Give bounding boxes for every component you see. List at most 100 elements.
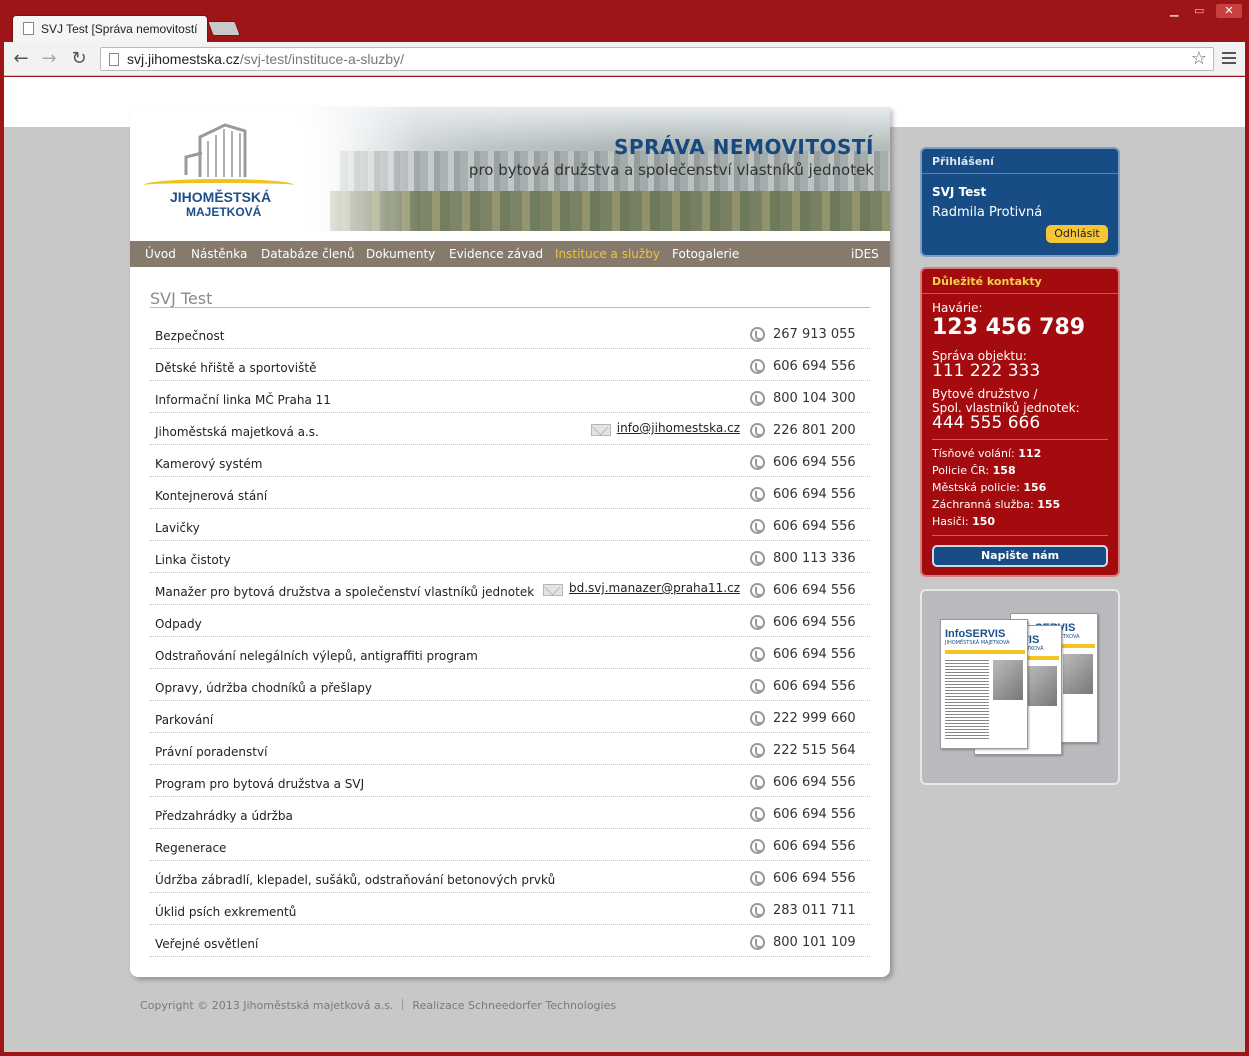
service-name: Veřejné osvětlení xyxy=(155,937,259,951)
phone-icon xyxy=(750,615,765,630)
coop-phone: 444 555 666 xyxy=(932,413,1041,433)
emergency-label: Havárie: xyxy=(932,301,983,315)
footer-copyright: Copyright © 2013 Jihoměstská majetková a… xyxy=(140,999,394,1012)
phone-icon xyxy=(750,679,765,694)
service-phone: 606 694 556 xyxy=(773,679,856,694)
emergency-phone: 123 456 789 xyxy=(932,315,1086,340)
nav-item-dokumenty[interactable]: Dokumenty xyxy=(366,247,435,261)
contact-line: Městská policie: 156 xyxy=(932,481,1047,494)
new-tab-button[interactable] xyxy=(207,21,241,36)
forward-icon[interactable]: → xyxy=(38,48,60,70)
list-item: Úklid psích exkrementů 283 011 711 xyxy=(150,893,870,925)
logout-button[interactable]: Odhlásit xyxy=(1046,225,1108,243)
infoservis-banner[interactable]: InfoSERVIS JIHOMĚSTSKÁ MAJETKOVÁ InfoSER… xyxy=(920,589,1120,785)
login-heading: Přihlášení xyxy=(932,155,994,168)
service-name: Úklid psích exkrementů xyxy=(155,905,297,919)
service-name: Lavičky xyxy=(155,521,200,535)
phone-icon xyxy=(750,903,765,918)
nav-item-evidence-zavad[interactable]: Evidence závad xyxy=(449,247,543,261)
service-phone: 606 694 556 xyxy=(773,359,856,374)
envelope-icon xyxy=(590,424,611,436)
list-item: Kamerový systém 606 694 556 xyxy=(150,445,870,477)
service-phone: 222 515 564 xyxy=(773,743,856,758)
service-phone: 226 801 200 xyxy=(773,423,856,438)
service-phone: 800 104 300 xyxy=(773,391,856,406)
list-item: Linka čistoty 800 113 336 xyxy=(150,541,870,573)
browser-menu-icon[interactable] xyxy=(1222,50,1236,66)
service-name: Opravy, údržba chodníků a přešlapy xyxy=(155,681,373,695)
list-item: Bezpečnost 267 913 055 xyxy=(150,317,870,349)
phone-icon xyxy=(750,871,765,886)
list-item: Informační linka MČ Praha 11 800 104 300 xyxy=(150,381,870,413)
service-name: Informační linka MČ Praha 11 xyxy=(155,393,331,407)
write-us-button[interactable]: Napište nám xyxy=(932,545,1108,567)
phone-icon xyxy=(750,807,765,822)
address-bar[interactable]: svj.jihomestska.cz/svj-test/instituce-a-… xyxy=(100,47,1214,71)
logo-text: JIHOMĚSTSKÁ xyxy=(170,189,272,205)
service-phone: 222 999 660 xyxy=(773,711,856,726)
list-item: Právní poradenství 222 515 564 xyxy=(150,733,870,765)
email-link[interactable]: bd.svj.manazer@praha11.cz xyxy=(569,581,740,595)
list-item: Údržba zábradlí, klepadel, sušáků, odstr… xyxy=(150,861,870,893)
phone-icon xyxy=(750,455,765,470)
service-name: Údržba zábradlí, klepadel, sušáků, odstr… xyxy=(155,873,556,887)
building-logo-icon xyxy=(184,123,247,177)
phone-icon xyxy=(750,711,765,726)
nav-item-nastenka[interactable]: Nástěnka xyxy=(191,247,247,261)
service-name: Předzahrádky a údržba xyxy=(155,809,293,823)
envelope-icon xyxy=(542,584,563,596)
footer-credit-link[interactable]: Realizace Schneedorfer Technologies xyxy=(412,999,616,1012)
phone-icon xyxy=(750,743,765,758)
phone-icon xyxy=(750,775,765,790)
main-nav: Úvod Nástěnka Databáze členů Dokumenty E… xyxy=(130,241,890,267)
service-name: Kontejnerová stání xyxy=(155,489,268,503)
magazine-cover: InfoSERVIS JIHOMĚSTSKÁ MAJETKOVÁ xyxy=(940,619,1028,749)
browser-tab[interactable]: SVJ Test [Správa nemovitostí xyxy=(12,15,208,42)
list-item: Parkování 222 999 660 xyxy=(150,701,870,733)
page-icon xyxy=(23,22,34,35)
browser-titlebar: SVJ Test [Správa nemovitostí ▁ ▭ ✕ xyxy=(0,0,1249,42)
service-name: Bezpečnost xyxy=(155,329,225,343)
phone-icon xyxy=(750,583,765,598)
url-text: svj.jihomestska.cz/svj-test/instituce-a-… xyxy=(127,51,404,67)
site-logo[interactable]: JIHOMĚSTSKÁ MAJETKOVÁ xyxy=(130,107,300,231)
footer: Copyright © 2013 Jihoměstská majetková a… xyxy=(140,999,616,1012)
nav-item-instituce-a-sluzby[interactable]: Instituce a služby xyxy=(555,247,660,261)
login-box: Přihlášení SVJ Test Radmila Protivná Odh… xyxy=(920,147,1120,257)
back-icon[interactable]: ← xyxy=(10,48,32,70)
close-window-icon[interactable]: ✕ xyxy=(1216,4,1242,18)
nav-item-ides[interactable]: iDES xyxy=(851,247,879,261)
service-phone: 606 694 556 xyxy=(773,871,856,886)
service-phone: 606 694 556 xyxy=(773,519,856,534)
nav-item-fotogalerie[interactable]: Fotogalerie xyxy=(672,247,739,261)
service-email: bd.svj.manazer@praha11.cz xyxy=(542,581,740,597)
bookmark-star-icon[interactable]: ☆ xyxy=(1191,48,1207,69)
service-phone: 606 694 556 xyxy=(773,615,856,630)
reload-icon[interactable]: ↻ xyxy=(68,48,90,70)
service-phone: 606 694 556 xyxy=(773,775,856,790)
divider xyxy=(150,307,870,308)
service-name: Odpady xyxy=(155,617,202,631)
service-name: Dětské hřiště a sportoviště xyxy=(155,361,317,375)
service-phone: 606 694 556 xyxy=(773,647,856,662)
nav-item-databaze-clenu[interactable]: Databáze členů xyxy=(261,247,355,261)
site-title: SPRÁVA NEMOVITOSTÍ xyxy=(614,135,874,159)
divider xyxy=(922,293,1118,294)
service-phone: 800 101 109 xyxy=(773,935,856,950)
list-item: Dětské hřiště a sportoviště 606 694 556 xyxy=(150,349,870,381)
phone-icon xyxy=(750,359,765,374)
email-link[interactable]: info@jihomestska.cz xyxy=(617,421,740,435)
coop-label: Bytové družstvo / xyxy=(932,387,1038,401)
list-item: Veřejné osvětlení 800 101 109 xyxy=(150,925,870,957)
user-organization: SVJ Test xyxy=(932,185,987,199)
service-name: Program pro bytová družstva a SVJ xyxy=(155,777,365,791)
nav-item-uvod[interactable]: Úvod xyxy=(145,247,176,261)
minimize-icon[interactable]: ▁ xyxy=(1170,4,1178,17)
maximize-icon[interactable]: ▭ xyxy=(1194,4,1204,17)
service-phone: 606 694 556 xyxy=(773,807,856,822)
list-item: Předzahrádky a údržba 606 694 556 xyxy=(150,797,870,829)
object-phone: 111 222 333 xyxy=(932,361,1041,381)
phone-icon xyxy=(750,647,765,662)
contact-line: Policie ČR: 158 xyxy=(932,464,1016,477)
phone-icon xyxy=(750,423,765,438)
